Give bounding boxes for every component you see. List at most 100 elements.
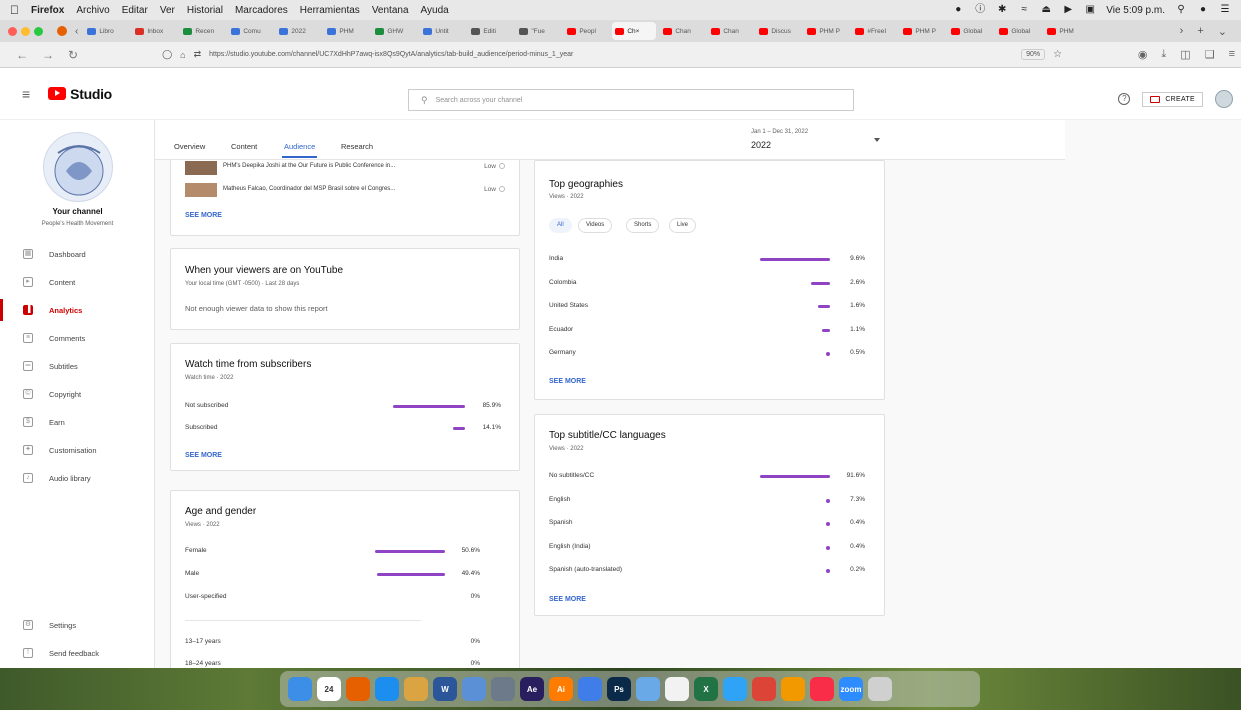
record-icon[interactable]: ● [952, 5, 964, 15]
sidebar-item-customisation[interactable]: ✦ Customisation [0, 437, 155, 463]
browser-tab[interactable]: 2022 [276, 22, 320, 40]
info-icon[interactable]: ⓘ [974, 5, 986, 15]
dock-illustrator-icon[interactable]: Ai [549, 677, 573, 701]
bluetooth-icon[interactable]: ✱ [996, 5, 1008, 15]
browser-tab[interactable]: Chan [660, 22, 704, 40]
dock-chrome-icon[interactable] [752, 677, 776, 701]
sidebar-item-settings[interactable]: ⚙ Settings [0, 612, 155, 638]
dock-word-icon[interactable]: W [433, 677, 457, 701]
spotlight-icon[interactable]: ⚲ [1175, 5, 1187, 15]
downloads-icon[interactable]: ⤓ [1161, 48, 1166, 61]
browser-tab[interactable]: Libro [84, 22, 128, 40]
display-icon[interactable]: ▣ [1084, 5, 1096, 15]
reload-icon[interactable]: ↻ [68, 48, 78, 62]
menu-herramientas[interactable]: Herramientas [300, 5, 360, 16]
dock-calendar-icon[interactable]: 24 [317, 677, 341, 701]
dock-zoom-icon[interactable]: zoom [839, 677, 863, 701]
browser-tab[interactable]: Recen [180, 22, 224, 40]
tab-scroll-right-icon[interactable]: › [1180, 25, 1184, 38]
siri-icon[interactable]: ● [1197, 5, 1209, 15]
dock-after-effects-icon[interactable]: Ae [520, 677, 544, 701]
see-more-link[interactable]: SEE MORE [185, 212, 222, 219]
dock-messages-icon[interactable] [723, 677, 747, 701]
back-icon[interactable]: ← [16, 48, 28, 62]
dock-launchpad-icon[interactable] [491, 677, 515, 701]
app-menu-icon[interactable]: ≡ [1229, 48, 1235, 61]
browser-tab[interactable]: Chan [708, 22, 752, 40]
chip-live[interactable]: Live [669, 218, 697, 233]
new-tab-icon[interactable]: + [1197, 25, 1203, 38]
browser-tab[interactable]: GHW [372, 22, 416, 40]
sidebar-item-send-feedback[interactable]: ! Send feedback [0, 640, 155, 666]
hamburger-menu-icon[interactable]: ≡ [22, 86, 30, 102]
menu-editar[interactable]: Editar [122, 5, 148, 16]
url-bar[interactable]: ◯ ⌂ ⇄ https://studio.youtube.com/channel… [162, 49, 1062, 60]
control-center-icon[interactable]: ☰ [1219, 5, 1231, 15]
video-thumbnail[interactable] [185, 161, 217, 175]
tab-close-icon[interactable]: × [636, 28, 640, 35]
browser-tab[interactable]: "Fue [516, 22, 560, 40]
dock-trash-icon[interactable] [868, 677, 892, 701]
bookmark-star-icon[interactable]: ☆ [1053, 49, 1062, 60]
video-thumbnail[interactable] [185, 183, 217, 197]
zoom-level[interactable]: 90% [1021, 49, 1046, 60]
dock-finder-icon[interactable] [288, 677, 312, 701]
browser-tab[interactable]: PHM [1044, 22, 1088, 40]
channel-avatar[interactable] [43, 132, 113, 202]
browser-tab[interactable]: Inbox [132, 22, 176, 40]
dock-photos-icon[interactable] [781, 677, 805, 701]
browser-tab[interactable]: PHM P [804, 22, 848, 40]
dock-files-icon[interactable] [578, 677, 602, 701]
account-avatar[interactable] [1215, 90, 1233, 108]
see-more-link[interactable]: SEE MORE [549, 378, 586, 385]
browser-tab[interactable]: Discus [756, 22, 800, 40]
menu-ayuda[interactable]: Ayuda [421, 5, 449, 16]
sidebar-item-analytics[interactable]: ▐ Analytics [0, 297, 155, 323]
studio-logo[interactable]: Studio [48, 86, 112, 102]
sidebar-item-content[interactable]: ▸ Content [0, 269, 155, 295]
create-button[interactable]: CREATE [1142, 91, 1203, 107]
dock-notes-icon[interactable] [404, 677, 428, 701]
chip-videos[interactable]: Videos [578, 218, 613, 233]
browser-tab[interactable]: Untit [420, 22, 464, 40]
tab-overview[interactable]: Overview [174, 142, 205, 151]
dock-music-icon[interactable] [810, 677, 834, 701]
pocket-icon[interactable]: ◉ [1138, 48, 1148, 61]
date-range-year[interactable]: 2022 [751, 140, 771, 150]
sidebar-item-comments[interactable]: ≡ Comments [0, 325, 155, 351]
browser-tab[interactable]: Global [996, 22, 1040, 40]
tab-scroll-left-icon[interactable]: ‹ [75, 26, 78, 37]
clock[interactable]: Vie 5:09 p.m. [1106, 5, 1165, 16]
browser-tab[interactable]: PHM [324, 22, 368, 40]
browser-tab[interactable]: Ch × [612, 22, 657, 40]
date-range-label[interactable]: Jan 1 – Dec 31, 2022 [751, 129, 808, 135]
dock-pages-icon[interactable] [665, 677, 689, 701]
lock-icon[interactable]: ⌂ [180, 50, 185, 60]
see-more-link[interactable]: SEE MORE [549, 596, 586, 603]
permissions-icon[interactable]: ⇄ [194, 49, 202, 60]
url-text[interactable]: https://studio.youtube.com/channel/UC7Xd… [209, 51, 573, 58]
date-dropdown-caret-icon[interactable] [874, 138, 880, 142]
library-icon[interactable]: ◫ [1180, 48, 1190, 61]
zoom-window-icon[interactable] [34, 26, 43, 36]
search-input[interactable]: ⚲ Search across your channel [408, 89, 854, 111]
dock-photoshop-icon[interactable]: Ps [607, 677, 631, 701]
dock-safari-icon[interactable] [375, 677, 399, 701]
video-title[interactable]: PHM's Deepika Joshi at the Our Future is… [223, 163, 395, 169]
firefox-view-icon[interactable] [57, 26, 67, 36]
browser-tab[interactable]: Global [948, 22, 992, 40]
dock-preview-icon[interactable] [462, 677, 486, 701]
browser-tab[interactable]: Editi [468, 22, 512, 40]
forward-icon[interactable]: → [42, 48, 54, 62]
chip-all[interactable]: All [549, 218, 572, 233]
menu-archivo[interactable]: Archivo [76, 5, 109, 16]
dock-excel-icon[interactable]: X [694, 677, 718, 701]
browser-tab[interactable]: Peopl [564, 22, 608, 40]
tab-content[interactable]: Content [231, 142, 257, 151]
see-more-link[interactable]: SEE MORE [185, 452, 222, 459]
browser-tab[interactable]: #FreeI [852, 22, 896, 40]
minimize-window-icon[interactable] [21, 26, 30, 36]
tab-research[interactable]: Research [341, 142, 373, 151]
shield-icon[interactable]: ◯ [162, 49, 172, 60]
menu-ventana[interactable]: Ventana [372, 5, 409, 16]
